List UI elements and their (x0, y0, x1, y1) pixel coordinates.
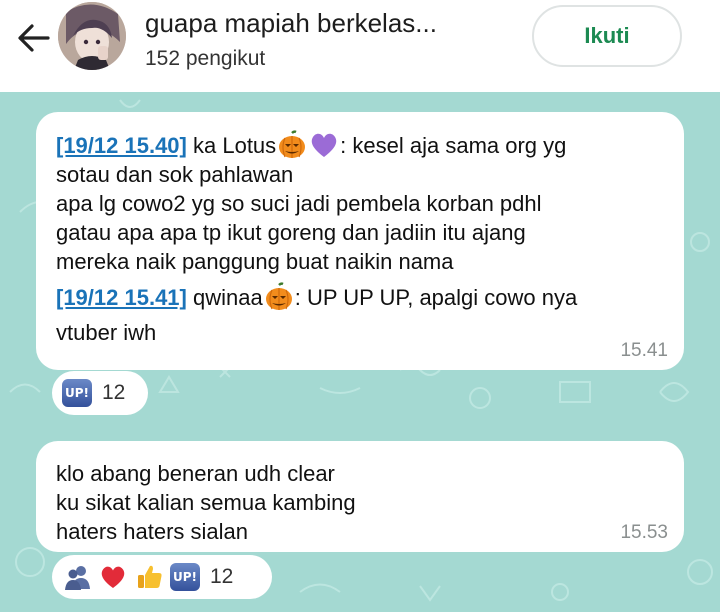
purple-heart-icon (309, 130, 339, 160)
heart-icon[interactable] (98, 562, 128, 592)
message-line: gatau apa apa tp ikut goreng dan jadiin … (56, 220, 526, 245)
message-line: ku sikat kalian semua kambing (56, 490, 356, 515)
message-line: apa lg cowo2 yg so suci jadi pembela kor… (56, 191, 542, 216)
chat-area[interactable]: [19/12 15.40] ka Lotus : kesel aja sama o… (0, 92, 720, 612)
message-line: sotau dan sok pahlawan (56, 162, 294, 187)
channel-header: guapa mapiah berkelas... 152 pengikut Ik… (0, 0, 720, 92)
up-badge-icon[interactable]: UP! (62, 379, 92, 407)
message-line: [19/12 15.40] ka Lotus : kesel aja sama o… (56, 130, 664, 160)
channel-avatar[interactable] (58, 2, 126, 70)
pumpkin-icon (277, 130, 307, 160)
pumpkin-icon (264, 282, 294, 312)
follow-button[interactable]: Ikuti (532, 5, 682, 67)
message-line: haters haters sialan (56, 519, 248, 544)
timestamp-link[interactable]: [19/12 15.40] (56, 133, 187, 158)
timestamp-link[interactable]: [19/12 15.41] (56, 285, 187, 310)
message-line: mereka naik panggung buat naikin nama (56, 249, 454, 274)
sender-name: qwinaa (193, 285, 263, 310)
reaction-count: 12 (102, 381, 126, 404)
message-time: 15.41 (620, 340, 668, 361)
message-text: : UP UP UP, apalgi cowo nya (294, 285, 578, 310)
message-line: vtuber iwh (56, 320, 157, 345)
reaction-count: 12 (210, 565, 234, 588)
reactions-bar[interactable]: UP! 12 (52, 555, 272, 599)
back-arrow-icon[interactable] (14, 20, 54, 56)
people-icon[interactable] (62, 562, 92, 592)
thumbs-up-icon[interactable] (134, 562, 164, 592)
message-bubble[interactable]: [19/12 15.40] ka Lotus : kesel aja sama o… (36, 112, 684, 370)
message-line: klo abang beneran udh clear (56, 461, 335, 486)
message-bubble[interactable]: klo abang beneran udh clear ku sikat kal… (36, 441, 684, 552)
channel-title[interactable]: guapa mapiah berkelas... (145, 8, 437, 39)
message-line: [19/12 15.41] qwinaa : UP UP UP, apalgi c… (56, 282, 664, 312)
sender-name: ka Lotus (193, 133, 277, 158)
message-text: : kesel aja sama org yg (340, 133, 567, 158)
message-time: 15.53 (620, 522, 668, 543)
reactions-bar[interactable]: UP! 12 (52, 371, 148, 415)
follower-count: 152 pengikut (145, 47, 266, 70)
up-badge-icon[interactable]: UP! (170, 563, 200, 591)
